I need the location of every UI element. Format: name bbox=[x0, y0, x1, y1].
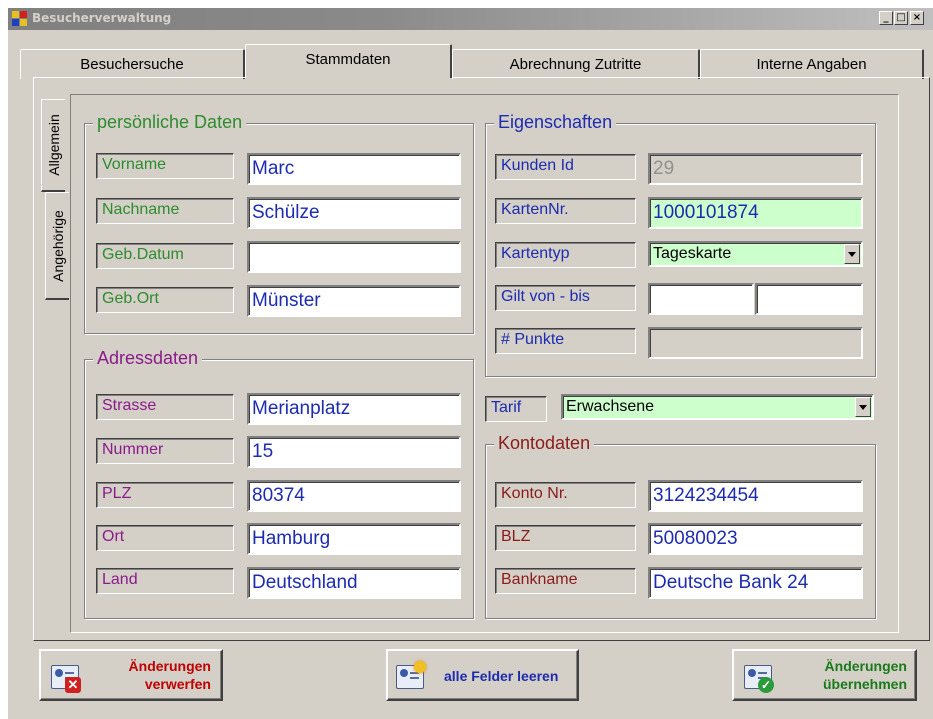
nummer-input[interactable]: 15 bbox=[247, 436, 461, 468]
clear-label: alle Felder leeren bbox=[444, 668, 559, 684]
ort-label: Ort bbox=[96, 525, 234, 551]
app-icon bbox=[12, 11, 27, 26]
geburtsort-input[interactable]: Münster bbox=[247, 285, 461, 317]
bankname-input[interactable]: Deutsche Bank 24 bbox=[648, 567, 863, 599]
apply-card-icon: ✓ bbox=[744, 661, 776, 693]
punkte-label: # Punkte bbox=[495, 328, 636, 354]
discard-card-icon: ✕ bbox=[51, 661, 83, 693]
gilt-von-bis-label: Gilt von - bis bbox=[495, 285, 636, 311]
geburtsdatum-label: Geb.Datum bbox=[96, 243, 234, 269]
apply-changes-button[interactable]: ✓ Änderungen übernehmen bbox=[732, 649, 917, 701]
land-input[interactable]: Deutschland bbox=[247, 567, 461, 599]
nachname-label: Nachname bbox=[96, 198, 234, 224]
plz-label: PLZ bbox=[96, 482, 234, 508]
personal-data-legend: persönliche Daten bbox=[93, 112, 247, 132]
side-tab-angehoerige-label: Angehörige bbox=[49, 209, 66, 282]
bank-legend: Kontodaten bbox=[494, 433, 595, 453]
land-label: Land bbox=[96, 568, 234, 594]
vorname-input[interactable]: Marc bbox=[247, 153, 461, 185]
kartentyp-select[interactable]: Tageskarte bbox=[648, 241, 863, 267]
kartennr-label: KartenNr. bbox=[495, 198, 636, 224]
kunden-id-input: 29 bbox=[648, 153, 863, 185]
gilt-bis-input[interactable] bbox=[755, 283, 863, 315]
clear-card-icon bbox=[396, 661, 428, 691]
side-tab-allgemein[interactable]: Allgemein bbox=[41, 99, 65, 192]
geburtsort-label: Geb.Ort bbox=[96, 287, 234, 313]
tab-besuchersuche[interactable]: Besuchersuche bbox=[20, 49, 245, 79]
gilt-von-input[interactable] bbox=[648, 283, 754, 315]
properties-legend: Eigenschaften bbox=[494, 112, 617, 132]
strasse-input[interactable]: Merianplatz bbox=[247, 393, 461, 425]
nummer-label: Nummer bbox=[96, 438, 234, 464]
geburtsdatum-input[interactable] bbox=[247, 241, 461, 273]
nachname-input[interactable]: Schülze bbox=[247, 197, 461, 229]
discard-label-line1: Änderungen bbox=[128, 658, 211, 674]
tab-interne-angaben[interactable]: Interne Angaben bbox=[700, 49, 924, 79]
tab-stammdaten[interactable]: Stammdaten bbox=[245, 44, 452, 78]
title-bar[interactable]: Besucherverwaltung _ □ × bbox=[8, 8, 933, 30]
plz-input[interactable]: 80374 bbox=[247, 480, 461, 512]
tarif-label: Tarif bbox=[485, 396, 547, 422]
discard-changes-button[interactable]: ✕ Änderungen verwerfen bbox=[39, 649, 223, 701]
strasse-label: Strasse bbox=[96, 394, 234, 420]
maximize-button[interactable]: □ bbox=[894, 11, 908, 25]
konto-nr-input[interactable]: 3124234454 bbox=[648, 480, 863, 512]
blz-label: BLZ bbox=[495, 525, 636, 551]
blz-input[interactable]: 50080023 bbox=[648, 523, 863, 555]
kartennr-input[interactable]: 1000101874 bbox=[648, 197, 863, 229]
tab-abrechnung-zutritte[interactable]: Abrechnung Zutritte bbox=[452, 49, 700, 79]
chevron-down-icon[interactable] bbox=[855, 397, 871, 417]
minimize-button[interactable]: _ bbox=[879, 11, 893, 25]
punkte-input bbox=[648, 327, 863, 359]
tarif-select[interactable]: Erwachsene bbox=[561, 394, 874, 420]
kunden-id-label: Kunden Id bbox=[495, 154, 636, 180]
side-tab-angehoerige[interactable]: Angehörige bbox=[45, 192, 69, 300]
address-legend: Adressdaten bbox=[93, 348, 203, 368]
clear-fields-button[interactable]: alle Felder leeren bbox=[386, 649, 579, 701]
kartentyp-label: Kartentyp bbox=[495, 242, 636, 268]
vorname-label: Vorname bbox=[96, 153, 234, 179]
bankname-label: Bankname bbox=[495, 568, 636, 594]
close-button[interactable]: × bbox=[910, 11, 924, 25]
window-title: Besucherverwaltung bbox=[32, 11, 172, 25]
apply-label-line1: Änderungen bbox=[824, 658, 907, 674]
side-tab-allgemein-label: Allgemein bbox=[45, 114, 62, 176]
tarif-value: Erwachsene bbox=[566, 398, 655, 415]
app-window: Besucherverwaltung _ □ × Besuchersuche S… bbox=[7, 7, 933, 719]
konto-nr-label: Konto Nr. bbox=[495, 482, 636, 508]
discard-label-line2: verwerfen bbox=[144, 676, 211, 692]
apply-label-line2: übernehmen bbox=[822, 676, 907, 692]
ort-input[interactable]: Hamburg bbox=[247, 523, 461, 555]
kartentyp-value: Tageskarte bbox=[653, 245, 732, 262]
chevron-down-icon[interactable] bbox=[844, 244, 860, 264]
